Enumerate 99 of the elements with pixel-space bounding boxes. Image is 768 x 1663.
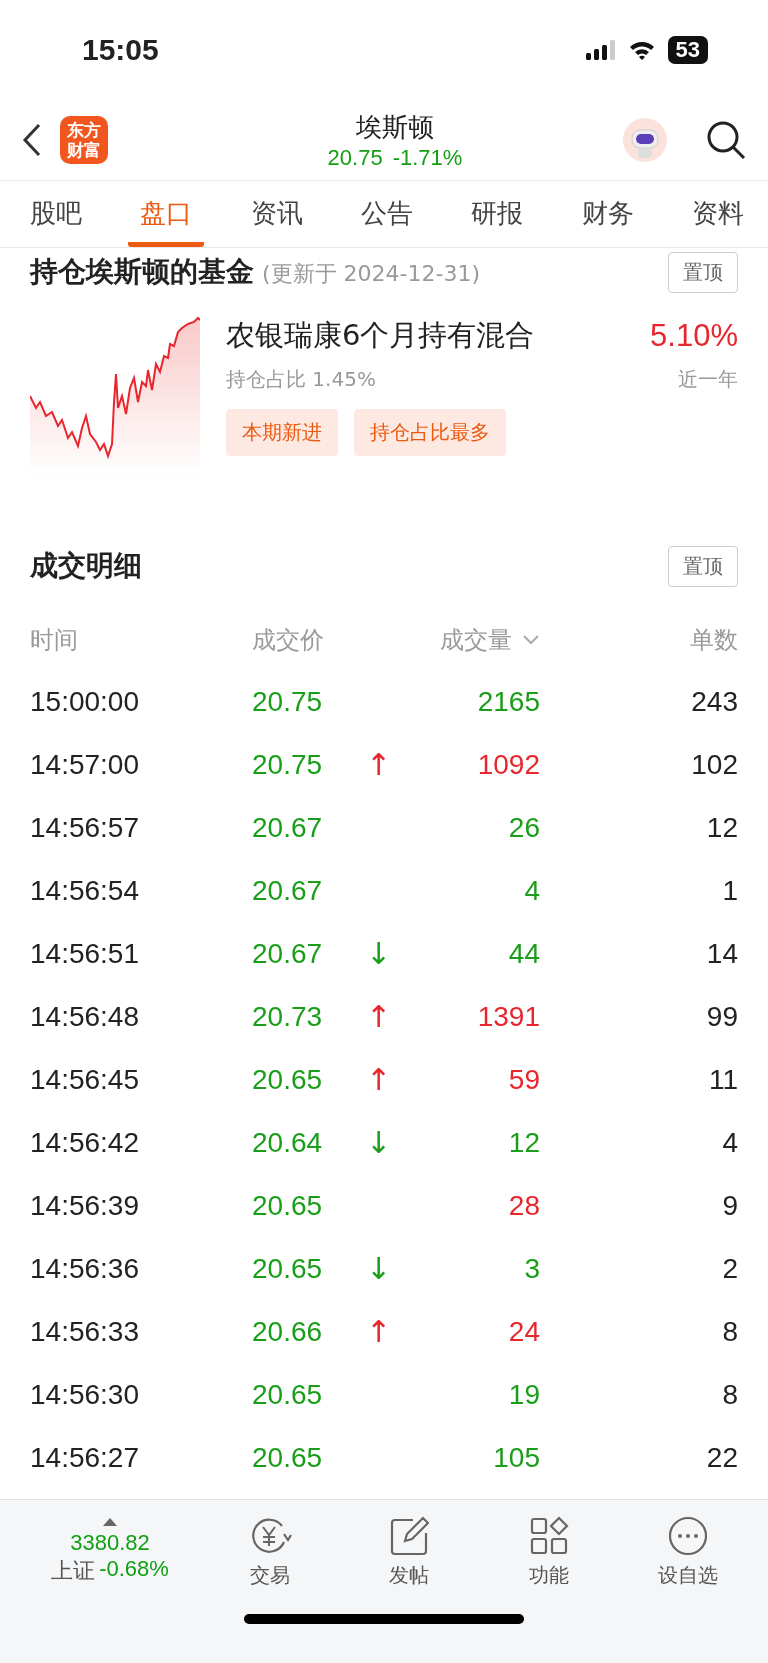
battery-indicator: 53 bbox=[667, 36, 708, 64]
trade-price: 20.75 bbox=[252, 748, 324, 781]
trade-time: 14:56:30 bbox=[30, 1378, 140, 1411]
trade-volume: 28 bbox=[508, 1189, 540, 1222]
trade-count: 4 bbox=[722, 1126, 738, 1159]
column-header: 时间 bbox=[30, 625, 79, 656]
trade-count: 8 bbox=[722, 1315, 738, 1348]
trade-time: 14:56:57 bbox=[30, 811, 140, 844]
trade-count: 1 bbox=[722, 874, 738, 907]
trade-volume: 59 bbox=[508, 1063, 540, 1096]
index-change: -0.68% bbox=[99, 1556, 169, 1583]
column-header: 单数 bbox=[690, 625, 738, 656]
stock-name: 埃斯顿 bbox=[356, 110, 434, 144]
back-icon[interactable] bbox=[22, 123, 42, 157]
trade-count: 11 bbox=[708, 1063, 738, 1096]
section-title: 持仓埃斯顿的基金 bbox=[30, 254, 254, 290]
return-period: 近一年 bbox=[678, 366, 738, 393]
trend-arrow: ↑ bbox=[366, 747, 392, 782]
pin-button[interactable]: 置顶 bbox=[668, 545, 738, 587]
holding-share: 持仓占比 1.45% bbox=[226, 366, 376, 393]
trade-volume: 44 bbox=[508, 937, 540, 970]
trade-price: 20.65 bbox=[252, 1252, 324, 1285]
trade-price: 20.65 bbox=[252, 1063, 324, 1096]
trade-volume: 1092 bbox=[477, 748, 540, 781]
trade-time: 14:56:48 bbox=[30, 1000, 140, 1033]
trade-time: 14:56:27 bbox=[30, 1441, 140, 1474]
trade-price: 20.67 bbox=[252, 811, 324, 844]
trade-count: 22 bbox=[706, 1441, 738, 1474]
tab[interactable]: 财务 bbox=[569, 181, 646, 247]
trade-volume: 19 bbox=[508, 1378, 540, 1411]
fund-tag: 本期新进 bbox=[226, 409, 338, 456]
trade-price: 20.64 bbox=[252, 1126, 324, 1159]
trade-volume: 1391 bbox=[477, 1000, 540, 1033]
trade-price: 20.65 bbox=[252, 1378, 324, 1411]
column-header: 成交价 bbox=[252, 625, 325, 656]
pin-button[interactable]: 置顶 bbox=[668, 251, 738, 293]
stock-change: -1.71% bbox=[392, 144, 463, 171]
trend-arrow: ↑ bbox=[366, 1314, 392, 1349]
fund-name[interactable]: 农银瑞康6个月持有混合 bbox=[226, 316, 535, 356]
trade-price: 20.65 bbox=[252, 1441, 324, 1474]
trade-time: 14:56:33 bbox=[30, 1315, 140, 1348]
trade-volume: 105 bbox=[493, 1441, 540, 1474]
trade-time: 15:00:00 bbox=[30, 685, 140, 718]
more-icon bbox=[668, 1515, 709, 1556]
trade-count: 14 bbox=[706, 937, 738, 970]
trade-count: 99 bbox=[706, 1000, 738, 1033]
stock-price: 20.75 bbox=[327, 144, 383, 171]
tab[interactable]: 资料 bbox=[679, 181, 756, 247]
trade-volume: 26 bbox=[508, 811, 540, 844]
index-name: 上证 bbox=[51, 1557, 96, 1585]
trade-count: 12 bbox=[706, 811, 738, 844]
trade-time: 14:56:54 bbox=[30, 874, 140, 907]
trade-time: 14:56:45 bbox=[30, 1063, 140, 1096]
trade-volume: 24 bbox=[508, 1315, 540, 1348]
caret-up-icon bbox=[103, 1518, 117, 1526]
robot-avatar-icon[interactable] bbox=[622, 117, 668, 163]
trade-price: 20.67 bbox=[252, 937, 324, 970]
fund-tag: 持仓占比最多 bbox=[354, 409, 506, 456]
edit-icon bbox=[389, 1515, 430, 1556]
trade-volume: 12 bbox=[508, 1126, 540, 1159]
tab[interactable]: 股吧 bbox=[18, 181, 94, 247]
update-date: (更新于 2024-12-31) bbox=[262, 260, 480, 288]
bottom-nav-item[interactable]: 交易 bbox=[200, 1514, 340, 1590]
trade-time: 14:56:42 bbox=[30, 1126, 140, 1159]
trade-volume: 2165 bbox=[477, 685, 540, 718]
trade-price: 20.75 bbox=[252, 685, 324, 718]
trade-price: 20.73 bbox=[252, 1000, 324, 1033]
signal-icon bbox=[585, 40, 616, 60]
trade-price: 20.66 bbox=[252, 1315, 324, 1348]
search-icon[interactable] bbox=[706, 120, 746, 160]
trade-time: 14:57:00 bbox=[30, 748, 140, 781]
trend-arrow: ↑ bbox=[366, 1062, 392, 1097]
trend-arrow: ↓ bbox=[366, 1251, 392, 1286]
tab[interactable]: 资讯 bbox=[238, 181, 315, 247]
trend-arrow: ↓ bbox=[366, 936, 392, 971]
trade-count: 9 bbox=[722, 1189, 738, 1222]
fund-return: 5.10% bbox=[650, 318, 738, 354]
trade-volume: 3 bbox=[524, 1252, 540, 1285]
tab[interactable]: 公告 bbox=[349, 181, 425, 247]
trade-price: 20.65 bbox=[252, 1189, 324, 1222]
status-time: 15:05 bbox=[82, 33, 159, 67]
trade-price: 20.67 bbox=[252, 874, 324, 907]
trade-count: 2 bbox=[722, 1252, 738, 1285]
bottom-nav-item[interactable]: 设自选 bbox=[618, 1514, 758, 1590]
app-logo: 东方财富 bbox=[60, 116, 108, 164]
trade-time: 14:56:39 bbox=[30, 1189, 140, 1222]
section-title: 成交明细 bbox=[30, 548, 142, 584]
trade-count: 8 bbox=[722, 1378, 738, 1411]
trade-time: 14:56:51 bbox=[30, 937, 140, 970]
trade-volume: 4 bbox=[524, 874, 540, 907]
trade-time: 14:56:36 bbox=[30, 1252, 140, 1285]
trade-count: 243 bbox=[691, 685, 738, 718]
trend-arrow: ↓ bbox=[366, 1125, 392, 1160]
trend-arrow: ↑ bbox=[366, 999, 392, 1034]
trade-count: 102 bbox=[691, 748, 738, 781]
bottom-nav-item[interactable]: 发帖 bbox=[339, 1514, 479, 1590]
tab[interactable]: 研报 bbox=[459, 181, 536, 247]
grid-icon bbox=[528, 1515, 569, 1556]
bottom-nav-item[interactable]: 功能 bbox=[479, 1514, 619, 1590]
